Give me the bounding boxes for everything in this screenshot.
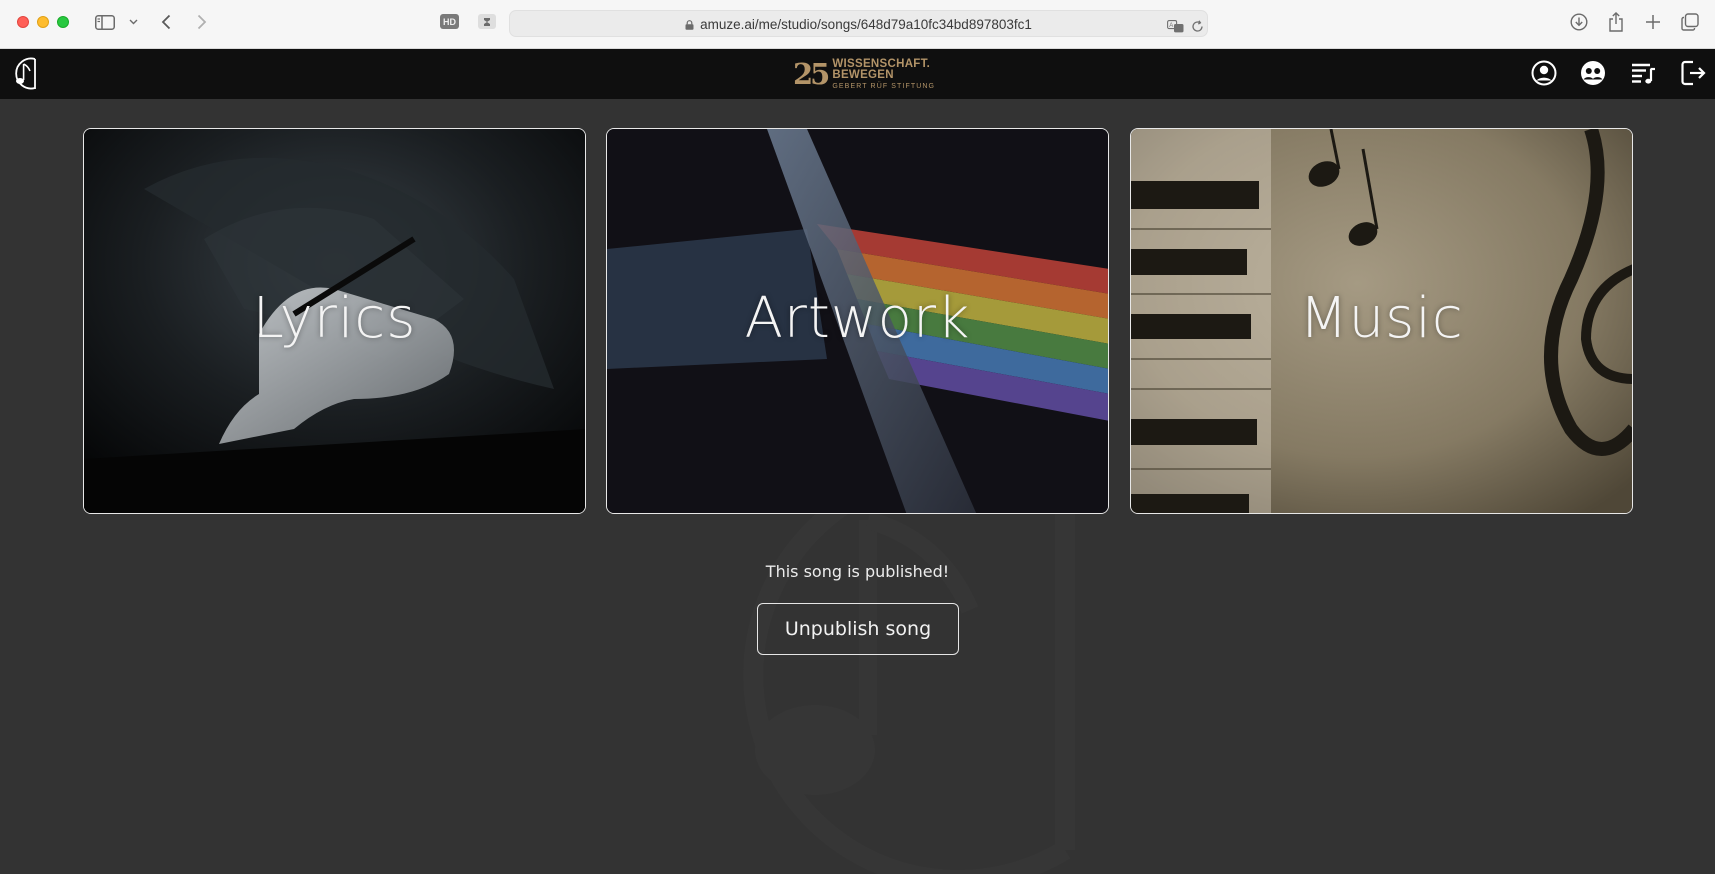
sponsor-text: WISSENSCHAFT. BEWEGEN GEBERT RÜF STIFTUN… bbox=[832, 58, 936, 90]
profile-icon[interactable] bbox=[1530, 59, 1558, 87]
reload-icon[interactable] bbox=[1190, 15, 1204, 37]
playlist-icon[interactable] bbox=[1629, 59, 1657, 87]
unpublish-song-button[interactable]: Unpublish song bbox=[757, 603, 959, 655]
zoom-window-button[interactable] bbox=[57, 16, 69, 28]
translate-icon[interactable]: A bbox=[1166, 15, 1186, 37]
artwork-card-label: Artwork bbox=[744, 285, 971, 351]
browser-toolbar: HD amuze.ai/me/studio/songs/648d79a10fc3… bbox=[0, 0, 1715, 49]
sponsor-logo[interactable]: 25 WISSENSCHAFT. BEWEGEN GEBERT RÜF STIF… bbox=[793, 57, 935, 91]
sponsor-line-3: GEBERT RÜF STIFTUNG bbox=[832, 82, 936, 90]
url-value: amuze.ai/me/studio/songs/648d79a10fc34bd… bbox=[700, 17, 1032, 32]
new-tab-icon[interactable] bbox=[1643, 11, 1663, 33]
sponsor-number: 25 bbox=[793, 56, 830, 91]
lock-icon bbox=[685, 20, 694, 30]
chevron-down-icon[interactable] bbox=[127, 11, 139, 33]
downloads-icon[interactable] bbox=[1569, 11, 1589, 33]
extension-icon[interactable] bbox=[478, 14, 496, 29]
music-card[interactable]: Music bbox=[1130, 128, 1633, 514]
hd-badge-icon[interactable]: HD bbox=[440, 14, 459, 29]
background-logo-watermark bbox=[640, 460, 1080, 874]
back-icon[interactable] bbox=[157, 11, 175, 33]
tab-overview-icon[interactable] bbox=[1680, 11, 1700, 33]
artwork-card[interactable]: Artwork bbox=[606, 128, 1109, 514]
sidebar-toggle-icon[interactable] bbox=[94, 11, 116, 33]
amuze-logo-icon[interactable] bbox=[6, 57, 38, 91]
url-text[interactable]: amuze.ai/me/studio/songs/648d79a10fc34bd… bbox=[510, 17, 1207, 32]
minimize-window-button[interactable] bbox=[37, 16, 49, 28]
address-bar[interactable]: amuze.ai/me/studio/songs/648d79a10fc34bd… bbox=[509, 10, 1208, 37]
community-icon[interactable] bbox=[1579, 59, 1607, 87]
forward-icon[interactable] bbox=[193, 11, 211, 33]
publish-status-text: This song is published! bbox=[765, 562, 950, 581]
close-window-button[interactable] bbox=[17, 16, 29, 28]
logout-icon[interactable] bbox=[1679, 59, 1707, 87]
lyrics-card[interactable]: Lyrics bbox=[83, 128, 586, 514]
lyrics-card-label: Lyrics bbox=[252, 285, 417, 351]
svg-text:A: A bbox=[1169, 23, 1173, 29]
share-icon[interactable] bbox=[1606, 11, 1626, 33]
music-card-label: Music bbox=[1299, 285, 1464, 351]
sponsor-line-2: BEWEGEN bbox=[832, 69, 894, 81]
